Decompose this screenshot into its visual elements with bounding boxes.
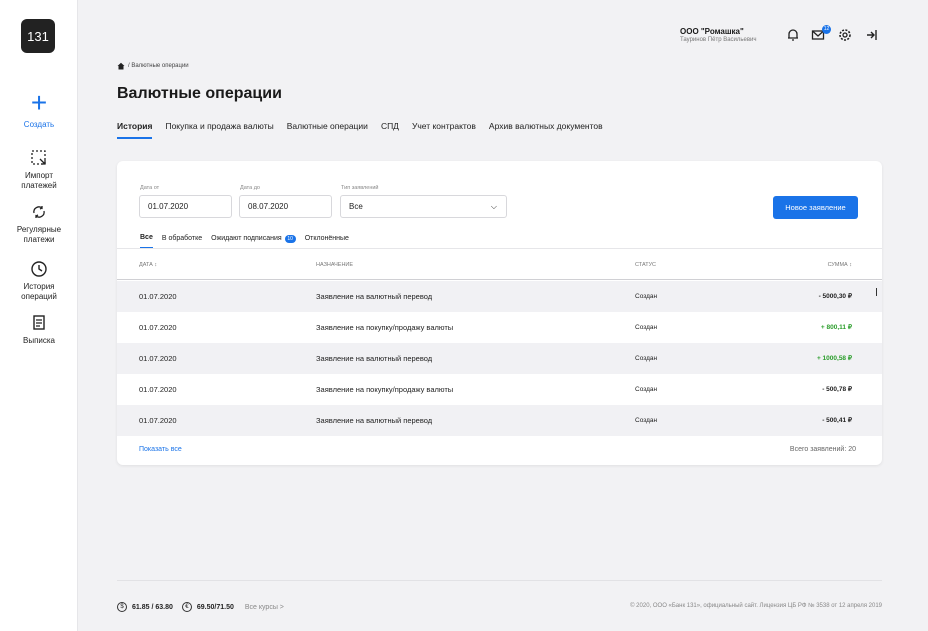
row-status: Создан <box>635 386 658 393</box>
plus-icon: + <box>30 87 48 118</box>
company-name[interactable]: ООО "Ромашка" <box>680 27 744 36</box>
sidebar-item-regular[interactable]: Регулярные платежи <box>0 203 78 245</box>
tab-currency-ops[interactable]: Валютные операции <box>287 121 368 139</box>
document-icon <box>33 315 45 330</box>
operations-card: Дата от 01.07.2020 Дата до 08.07.2020 Ти… <box>117 161 882 465</box>
row-date: 01.07.2020 <box>139 354 177 363</box>
row-status: Создан <box>635 293 658 300</box>
table-row[interactable]: 01.07.2020 Заявление на валютный перевод… <box>117 405 882 436</box>
status-subtabs: Все В обработке Ожидают подписания 10 От… <box>140 234 358 249</box>
row-date: 01.07.2020 <box>139 416 177 425</box>
home-icon[interactable] <box>117 62 125 70</box>
all-rates-link[interactable]: Все курсы > <box>245 604 284 611</box>
row-purpose: Заявление на покупку/продажу валюты <box>316 385 454 394</box>
sidebar-item-label: Регулярные платежи <box>16 225 62 244</box>
header-sum[interactable]: СУММА ↕ <box>828 262 852 268</box>
row-date: 01.07.2020 <box>139 292 177 301</box>
sidebar-item-statement[interactable]: Выписка <box>0 314 78 346</box>
row-sum: + 1000,58 ₽ <box>816 355 852 362</box>
clock-icon <box>31 261 47 277</box>
date-to-field[interactable]: 08.07.2020 <box>239 195 332 218</box>
copyright: © 2020, ООО «Банк 131», официальный сайт… <box>630 603 882 609</box>
sidebar-item-label: Выписка <box>22 336 55 345</box>
date-from-field[interactable]: 01.07.2020 <box>139 195 232 218</box>
row-purpose: Заявление на покупку/продажу валюты <box>316 323 454 332</box>
sidebar-item-import[interactable]: Импорт платежей <box>0 149 78 191</box>
footer-divider <box>117 580 882 581</box>
header-purpose: НАЗНАЧЕНИЕ <box>316 262 354 268</box>
user-name: Тауринов Пётр Васильевич <box>680 37 757 43</box>
subtab-awaiting-label: Ожидают подписания <box>211 235 282 242</box>
eur-rate: 69.50/71.50 <box>196 603 234 611</box>
header-status: СТАТУС <box>635 262 657 268</box>
tab-archive[interactable]: Архив валютных документов <box>489 121 603 139</box>
subtab-processing[interactable]: В обработке <box>162 235 202 248</box>
subtab-all[interactable]: Все <box>140 234 153 249</box>
logout-icon[interactable] <box>865 28 879 42</box>
type-select[interactable]: Все ⌵ <box>340 195 507 218</box>
subtab-awaiting[interactable]: Ожидают подписания 10 <box>211 234 296 249</box>
logo[interactable]: 131 <box>21 19 55 53</box>
chevron-down-icon: ⌵ <box>490 202 497 211</box>
tab-spd[interactable]: СПД <box>381 121 399 139</box>
sidebar-item-label: Создать <box>23 120 55 129</box>
total-count: Всего заявлений: 20 <box>789 446 856 453</box>
mail-badge: 12 <box>822 25 831 34</box>
awaiting-count-badge: 10 <box>284 234 296 243</box>
usd-rate: 61.85 / 63.80 <box>132 603 173 611</box>
bell-icon[interactable] <box>786 28 800 42</box>
scrollbar[interactable] <box>876 288 877 296</box>
row-sum: - 5000,30 ₽ <box>818 293 852 300</box>
type-label: Тип заявлений <box>341 185 379 191</box>
sidebar-item-label: История операций <box>21 282 57 301</box>
table-header: ДАТА ↕ НАЗНАЧЕНИЕ СТАТУС СУММА ↕ <box>117 258 882 280</box>
type-select-value: Все <box>349 202 363 211</box>
row-purpose: Заявление на валютный перевод <box>316 416 433 425</box>
tab-buy-sell[interactable]: Покупка и продажа валюты <box>165 121 273 139</box>
table-row[interactable]: 01.07.2020 Заявление на валютный перевод… <box>117 343 882 374</box>
tab-history[interactable]: История <box>117 121 153 139</box>
date-from-label: Дата от <box>140 185 160 191</box>
table-row[interactable]: 01.07.2020 Заявление на покупку/продажу … <box>117 374 882 405</box>
show-all-link[interactable]: Показать все <box>139 446 182 453</box>
date-to-label: Дата до <box>240 185 260 191</box>
sidebar: 131 + Создать Импорт платежей Регулярные… <box>0 0 78 631</box>
subtab-rejected[interactable]: Отклонённые <box>305 235 349 248</box>
table-row[interactable]: 01.07.2020 Заявление на валютный перевод… <box>117 281 882 312</box>
row-status: Создан <box>635 417 658 424</box>
divider <box>117 248 882 249</box>
table-row[interactable]: 01.07.2020 Заявление на покупку/продажу … <box>117 312 882 343</box>
sidebar-item-label: Импорт платежей <box>21 171 57 190</box>
row-date: 01.07.2020 <box>139 385 177 394</box>
breadcrumb-current: / Валютные операции <box>128 63 189 69</box>
repeat-icon <box>33 206 45 218</box>
sidebar-item-history[interactable]: История операций <box>0 260 78 302</box>
tab-contracts[interactable]: Учет контрактов <box>412 121 476 139</box>
row-sum: - 500,78 ₽ <box>822 386 852 393</box>
gear-icon[interactable] <box>838 28 852 42</box>
currency-rates: $ 61.85 / 63.80 € 69.50/71.50 Все курсы … <box>117 602 284 612</box>
row-status: Создан <box>635 324 658 331</box>
row-purpose: Заявление на валютный перевод <box>316 292 433 301</box>
euro-icon: € <box>181 602 192 612</box>
sidebar-item-create[interactable]: + Создать <box>0 87 78 130</box>
dollar-icon: $ <box>117 602 127 612</box>
breadcrumb: / Валютные операции <box>117 62 189 70</box>
header-date[interactable]: ДАТА ↕ <box>139 262 157 268</box>
page-title: Валютные операции <box>117 85 282 102</box>
row-purpose: Заявление на валютный перевод <box>316 354 433 363</box>
main-tabs: История Покупка и продажа валюты Валютны… <box>117 121 616 139</box>
row-date: 01.07.2020 <box>139 323 177 332</box>
import-icon <box>31 150 46 165</box>
row-sum: - 500,41 ₽ <box>822 417 852 424</box>
row-sum: + 800,11 ₽ <box>820 324 852 331</box>
new-application-button[interactable]: Новое заявление <box>773 196 858 219</box>
row-status: Создан <box>635 355 658 362</box>
